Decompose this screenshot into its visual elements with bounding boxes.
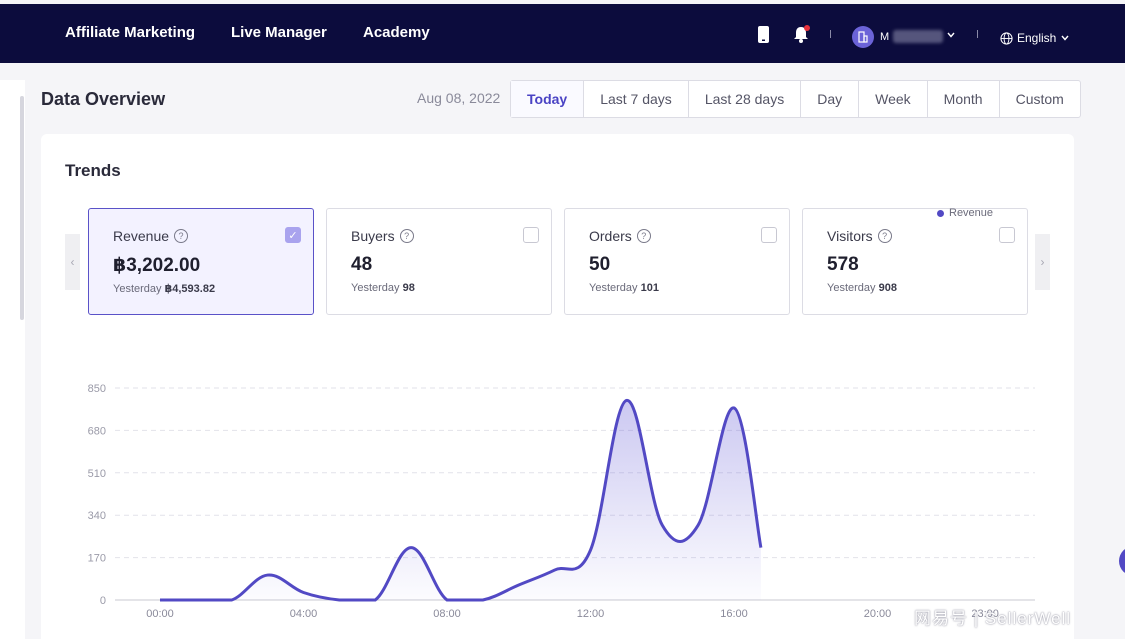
x-tick-label: 00:00 [146, 608, 174, 620]
watermark: 网易号 | SellerWell [914, 609, 1072, 628]
y-tick-label: 170 [88, 553, 106, 565]
x-tick-label: 04:00 [290, 608, 318, 620]
x-tick-label: 08:00 [433, 608, 461, 620]
revenue-chart: 0 170 340 510 680 850 00:00 04:00 08:00 12:00 16:… [88, 383, 1035, 620]
y-tick-label: 510 [88, 468, 106, 480]
y-tick-label: 0 [100, 595, 106, 607]
x-tick-label: 20:00 [864, 608, 892, 620]
y-tick-label: 850 [88, 383, 106, 395]
x-tick-label: 12:00 [577, 608, 605, 620]
y-tick-label: 340 [88, 510, 106, 522]
y-tick-label: 680 [88, 425, 106, 437]
x-tick-label: 16:00 [720, 608, 748, 620]
